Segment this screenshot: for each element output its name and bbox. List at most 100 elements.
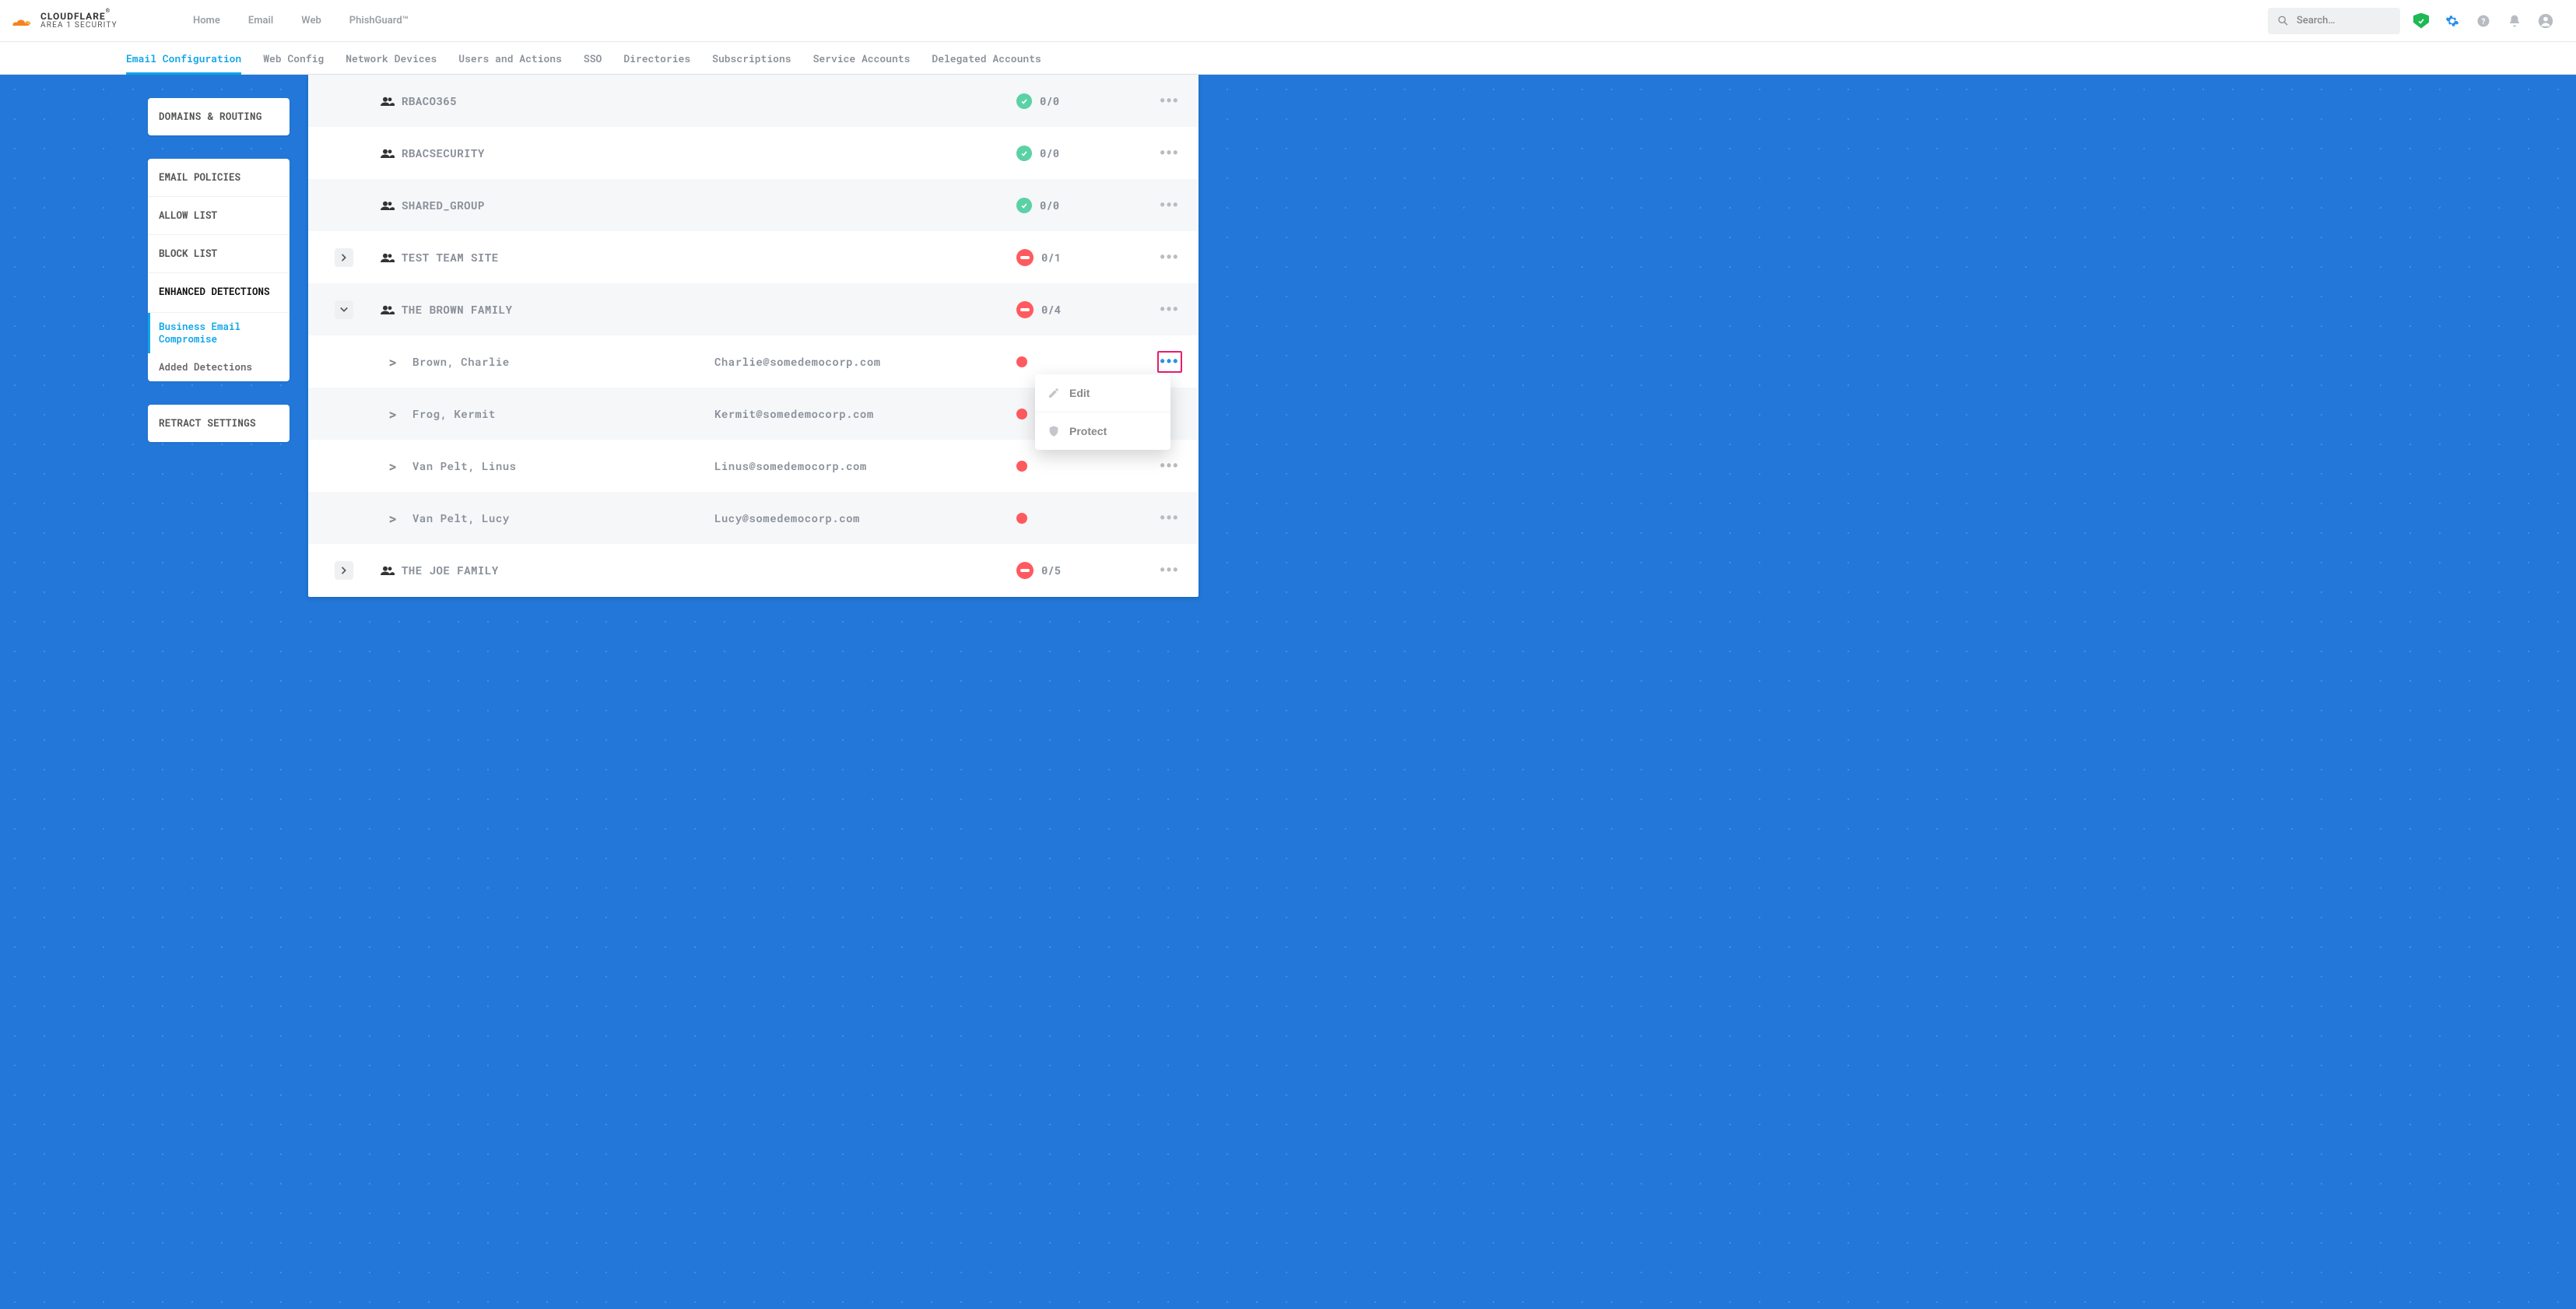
- status-ok-icon: [1016, 93, 1032, 109]
- group-icon: [381, 565, 395, 576]
- status-minus-icon: [1016, 301, 1034, 318]
- tab-subscriptions[interactable]: Subscriptions: [712, 42, 791, 75]
- row-actions-button[interactable]: •••: [1141, 562, 1199, 578]
- tab-service-accounts[interactable]: Service Accounts: [813, 42, 911, 75]
- member-email: Kermit@somedemocorp.com: [714, 406, 1016, 421]
- nav-phishguard[interactable]: PhishGuard™: [349, 15, 409, 26]
- group-icon: [381, 252, 395, 263]
- nav-bec[interactable]: Business Email Compromise: [148, 313, 290, 353]
- member-name: Van Pelt, Lucy: [412, 511, 714, 525]
- group-counts: 0/1: [1041, 250, 1061, 265]
- nav-retract-settings[interactable]: RETRACT SETTINGS: [148, 405, 290, 442]
- row-actions-button[interactable]: •••: [1141, 145, 1199, 161]
- status-unprotected-icon: [1016, 356, 1027, 367]
- nav-email[interactable]: Email: [248, 15, 273, 26]
- card-domains-routing: DOMAINS & ROUTING: [148, 98, 290, 135]
- settings-icon[interactable]: [2444, 12, 2461, 30]
- group-row: RBACSECURITY 0/0 •••: [308, 127, 1199, 179]
- row-actions-button[interactable]: •••: [1141, 510, 1199, 526]
- status-unprotected-icon: [1016, 461, 1027, 472]
- member-email: Linus@somedemocorp.com: [714, 458, 1016, 473]
- row-actions-button[interactable]: •••: [1141, 93, 1199, 109]
- member-name: Brown, Charlie: [412, 354, 714, 369]
- group-name: SHARED_GROUP: [402, 198, 709, 212]
- member-bullet: >: [308, 457, 412, 476]
- group-row: TEST TEAM SITE 0/1 •••: [308, 231, 1199, 283]
- nav-domains-routing[interactable]: DOMAINS & ROUTING: [148, 98, 290, 135]
- group-row: RBACO365 0/0 •••: [308, 75, 1199, 127]
- status-ok-icon: [1016, 198, 1032, 213]
- member-name: Van Pelt, Linus: [412, 458, 714, 473]
- row-actions-button[interactable]: •••: [1141, 301, 1199, 318]
- chevron-right-icon: [341, 567, 347, 574]
- member-bullet: >: [308, 405, 412, 423]
- search-placeholder: Search…: [2297, 15, 2336, 26]
- group-icon: [381, 96, 395, 107]
- group-name: TEST TEAM SITE: [402, 250, 709, 265]
- app-header: CLOUDFLARE® AREA 1 SECURITY Home Email W…: [0, 0, 2576, 42]
- group-row: THE BROWN FAMILY 0/4 •••: [308, 283, 1199, 335]
- notifications-icon[interactable]: [2506, 12, 2523, 30]
- brand-line2: AREA 1 SECURITY: [40, 22, 118, 30]
- brand-line1: CLOUDFLARE: [40, 11, 106, 22]
- chevron-down-icon: [340, 307, 348, 313]
- menu-protect[interactable]: Protect: [1035, 412, 1170, 450]
- member-bullet: >: [308, 509, 412, 528]
- expand-toggle[interactable]: [335, 248, 353, 267]
- tab-web-config[interactable]: Web Config: [263, 42, 324, 75]
- account-icon[interactable]: [2537, 12, 2554, 30]
- group-name: THE JOE FAMILY: [402, 563, 709, 577]
- group-icon: [381, 304, 395, 315]
- svg-text:?: ?: [2481, 16, 2485, 26]
- row-actions-button[interactable]: •••: [1141, 249, 1199, 265]
- group-icon: [381, 200, 395, 211]
- tab-email-configuration[interactable]: Email Configuration: [126, 42, 241, 75]
- card-email-policies: EMAIL POLICIES ALLOW LIST BLOCK LIST ENH…: [148, 159, 290, 381]
- nav-web[interactable]: Web: [301, 15, 321, 26]
- nav-allow-list[interactable]: ALLOW LIST: [148, 197, 290, 235]
- expand-toggle[interactable]: [335, 300, 353, 319]
- status-minus-icon: [1016, 562, 1034, 579]
- search-input[interactable]: Search…: [2268, 8, 2400, 34]
- main-stage: DOMAINS & ROUTING EMAIL POLICIES ALLOW L…: [0, 75, 2576, 1309]
- tab-network-devices[interactable]: Network Devices: [346, 42, 437, 75]
- tab-sso[interactable]: SSO: [584, 42, 602, 75]
- nav-block-list[interactable]: BLOCK LIST: [148, 235, 290, 273]
- row-actions-menu: Edit Protect: [1035, 374, 1170, 450]
- group-name: RBACSECURITY: [402, 146, 709, 160]
- sidebar: DOMAINS & ROUTING EMAIL POLICIES ALLOW L…: [148, 75, 290, 465]
- menu-protect-label: Protect: [1069, 425, 1107, 437]
- member-bullet: >: [308, 353, 412, 371]
- cloudflare-icon: [8, 13, 33, 29]
- expand-toggle[interactable]: [335, 561, 353, 580]
- nav-email-policies[interactable]: EMAIL POLICIES: [148, 159, 290, 197]
- pencil-icon: [1048, 387, 1060, 399]
- group-row: SHARED_GROUP 0/0 •••: [308, 179, 1199, 231]
- group-name: RBACO365: [402, 93, 709, 108]
- row-actions-button[interactable]: •••: [1141, 458, 1199, 474]
- member-email: Charlie@somedemocorp.com: [714, 354, 1016, 369]
- group-counts: 0/0: [1040, 198, 1059, 212]
- group-counts: 0/0: [1040, 146, 1059, 160]
- nav-added-detections[interactable]: Added Detections: [148, 353, 290, 381]
- security-status-icon[interactable]: [2413, 12, 2430, 30]
- shield-icon: [1048, 425, 1060, 437]
- group-icon: [381, 148, 395, 159]
- row-actions-button[interactable]: •••: [1141, 197, 1199, 213]
- group-counts: 0/4: [1041, 302, 1061, 317]
- member-email: Lucy@somedemocorp.com: [714, 511, 1016, 525]
- groups-list: RBACO365 0/0 ••• RBACSECURITY 0/0 •••: [308, 75, 1199, 597]
- tab-delegated-accounts[interactable]: Delegated Accounts: [932, 42, 1041, 75]
- status-minus-icon: [1016, 249, 1034, 266]
- brand-logo: CLOUDFLARE® AREA 1 SECURITY: [8, 12, 156, 30]
- menu-edit[interactable]: Edit: [1035, 374, 1170, 412]
- group-counts: 0/5: [1041, 563, 1061, 577]
- settings-tabs: Email Configuration Web Config Network D…: [0, 42, 2576, 75]
- nav-enhanced-detections[interactable]: ENHANCED DETECTIONS: [148, 273, 290, 313]
- help-icon[interactable]: ?: [2475, 12, 2492, 30]
- row-actions-button[interactable]: •••: [1157, 351, 1182, 373]
- nav-home[interactable]: Home: [193, 15, 220, 26]
- tab-directories[interactable]: Directories: [623, 42, 690, 75]
- tab-users-actions[interactable]: Users and Actions: [458, 42, 562, 75]
- group-name: THE BROWN FAMILY: [402, 302, 709, 317]
